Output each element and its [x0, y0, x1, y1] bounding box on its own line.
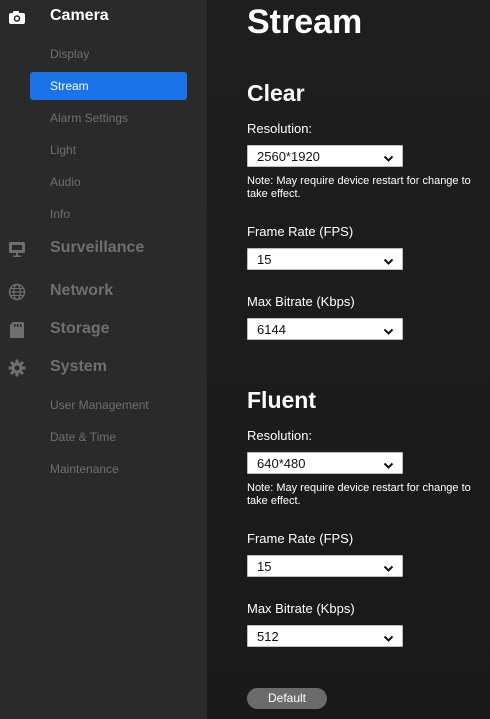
sidebar-section-label: Storage	[50, 320, 110, 337]
frame-rate-label: Frame Rate (FPS)	[247, 531, 354, 546]
select-value: 2560*1920	[257, 149, 320, 164]
sidebar-item-label: Stream	[50, 79, 89, 93]
sidebar-item-label: User Management	[50, 398, 149, 412]
sidebar-section-label: System	[50, 358, 107, 375]
default-button[interactable]: Default	[247, 688, 327, 709]
sidebar-section-label: Surveillance	[50, 239, 145, 256]
chevron-down-icon	[383, 324, 394, 335]
sidebar-item-audio[interactable]: Audio	[30, 168, 187, 196]
camera-icon	[8, 8, 26, 26]
main-content: Stream Clear Resolution: 2560*1920 Note:…	[207, 0, 490, 719]
chevron-down-icon	[383, 458, 394, 469]
sidebar-item-label: Audio	[50, 175, 81, 189]
chevron-down-icon	[383, 631, 394, 642]
sidebar-item-maintenance[interactable]: Maintenance	[30, 455, 187, 483]
fluent-bitrate-select[interactable]: 512	[247, 625, 403, 647]
sidebar-section-label: Camera	[50, 7, 109, 24]
clear-frame-rate-select[interactable]: 15	[247, 248, 403, 270]
sidebar-item-user-management[interactable]: User Management	[30, 391, 187, 419]
sidebar-item-label: Light	[50, 143, 77, 157]
sidebar-item-info[interactable]: Info	[30, 200, 187, 228]
monitor-icon	[8, 240, 26, 258]
select-value: 6144	[257, 322, 286, 337]
sidebar-item-label: Alarm Settings	[50, 111, 129, 125]
chevron-down-icon	[383, 561, 394, 572]
sidebar-item-label: Info	[50, 207, 71, 221]
sidebar: Camera Display Stream Alarm Settings Lig…	[0, 0, 207, 719]
sidebar-item-label: Date & Time	[50, 430, 117, 444]
restart-note: Note: May require device restart for cha…	[247, 175, 471, 200]
sidebar-item-date-time[interactable]: Date & Time	[30, 423, 187, 451]
page-title: Stream	[247, 3, 363, 41]
select-value: 15	[257, 559, 272, 574]
select-value: 15	[257, 252, 272, 267]
sidebar-item-label: Display	[50, 47, 90, 61]
sd-card-icon	[8, 321, 26, 339]
sidebar-section-network[interactable]: Network	[0, 277, 207, 307]
clear-resolution-select[interactable]: 2560*1920	[247, 145, 403, 167]
sidebar-item-stream[interactable]: Stream	[30, 72, 187, 100]
sidebar-section-storage[interactable]: Storage	[0, 315, 207, 345]
group-title-fluent: Fluent	[247, 387, 316, 413]
clear-bitrate-select[interactable]: 6144	[247, 318, 403, 340]
sidebar-section-camera[interactable]: Camera	[0, 2, 207, 32]
fluent-frame-rate-select[interactable]: 15	[247, 555, 403, 577]
bitrate-label: Max Bitrate (Kbps)	[247, 601, 355, 616]
group-title-clear: Clear	[247, 80, 305, 106]
resolution-label: Resolution:	[247, 121, 313, 136]
restart-note: Note: May require device restart for cha…	[247, 482, 471, 507]
sidebar-item-light[interactable]: Light	[30, 136, 187, 164]
sidebar-section-surveillance[interactable]: Surveillance	[0, 234, 207, 264]
sidebar-item-display[interactable]: Display	[30, 40, 187, 68]
select-value: 640*480	[257, 456, 306, 471]
frame-rate-label: Frame Rate (FPS)	[247, 224, 354, 239]
sidebar-section-system[interactable]: System	[0, 353, 207, 383]
sidebar-item-label: Maintenance	[50, 462, 119, 476]
fluent-resolution-select[interactable]: 640*480	[247, 452, 403, 474]
bitrate-label: Max Bitrate (Kbps)	[247, 294, 355, 309]
chevron-down-icon	[383, 151, 394, 162]
sidebar-item-alarm-settings[interactable]: Alarm Settings	[30, 104, 187, 132]
gear-icon	[8, 359, 26, 377]
chevron-down-icon	[383, 254, 394, 265]
select-value: 512	[257, 629, 279, 644]
resolution-label: Resolution:	[247, 428, 313, 443]
globe-icon	[8, 283, 26, 301]
sidebar-section-label: Network	[50, 282, 114, 299]
